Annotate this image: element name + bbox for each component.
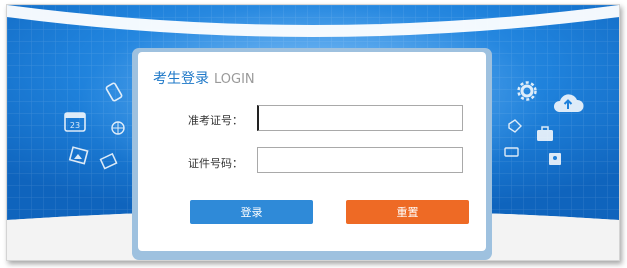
briefcase-icon xyxy=(534,124,556,144)
login-panel: 考生登录 LOGIN 准考证号： 证件号码： 登录 重置 xyxy=(138,52,486,251)
reset-button[interactable]: 重置 xyxy=(346,200,469,224)
panel-title: 考生登录 LOGIN xyxy=(153,68,255,88)
id-number-label: 证件号码： xyxy=(188,157,243,170)
login-button[interactable]: 登录 xyxy=(190,200,313,224)
id-card-icon xyxy=(547,151,563,167)
calendar-icon: 23 xyxy=(63,109,87,133)
gear-icon xyxy=(516,80,538,102)
photo-icon xyxy=(68,145,90,167)
phone-icon xyxy=(103,81,125,103)
login-window: 23 考生登录 LOGIN 准考证号： 证件号码： 登录 重置 xyxy=(6,4,620,261)
svg-text:23: 23 xyxy=(70,121,80,130)
file-icon xyxy=(502,145,522,159)
id-number-input[interactable] xyxy=(257,147,463,173)
mail-icon xyxy=(99,152,119,170)
panel-title-text: 考生登录 xyxy=(153,71,209,87)
candidate-number-label: 准考证号： xyxy=(188,114,243,127)
tag-icon xyxy=(506,118,524,134)
globe-icon xyxy=(110,120,126,136)
candidate-number-input[interactable] xyxy=(257,105,463,131)
panel-subtitle: LOGIN xyxy=(214,72,255,87)
cloud-upload-icon xyxy=(551,90,585,116)
